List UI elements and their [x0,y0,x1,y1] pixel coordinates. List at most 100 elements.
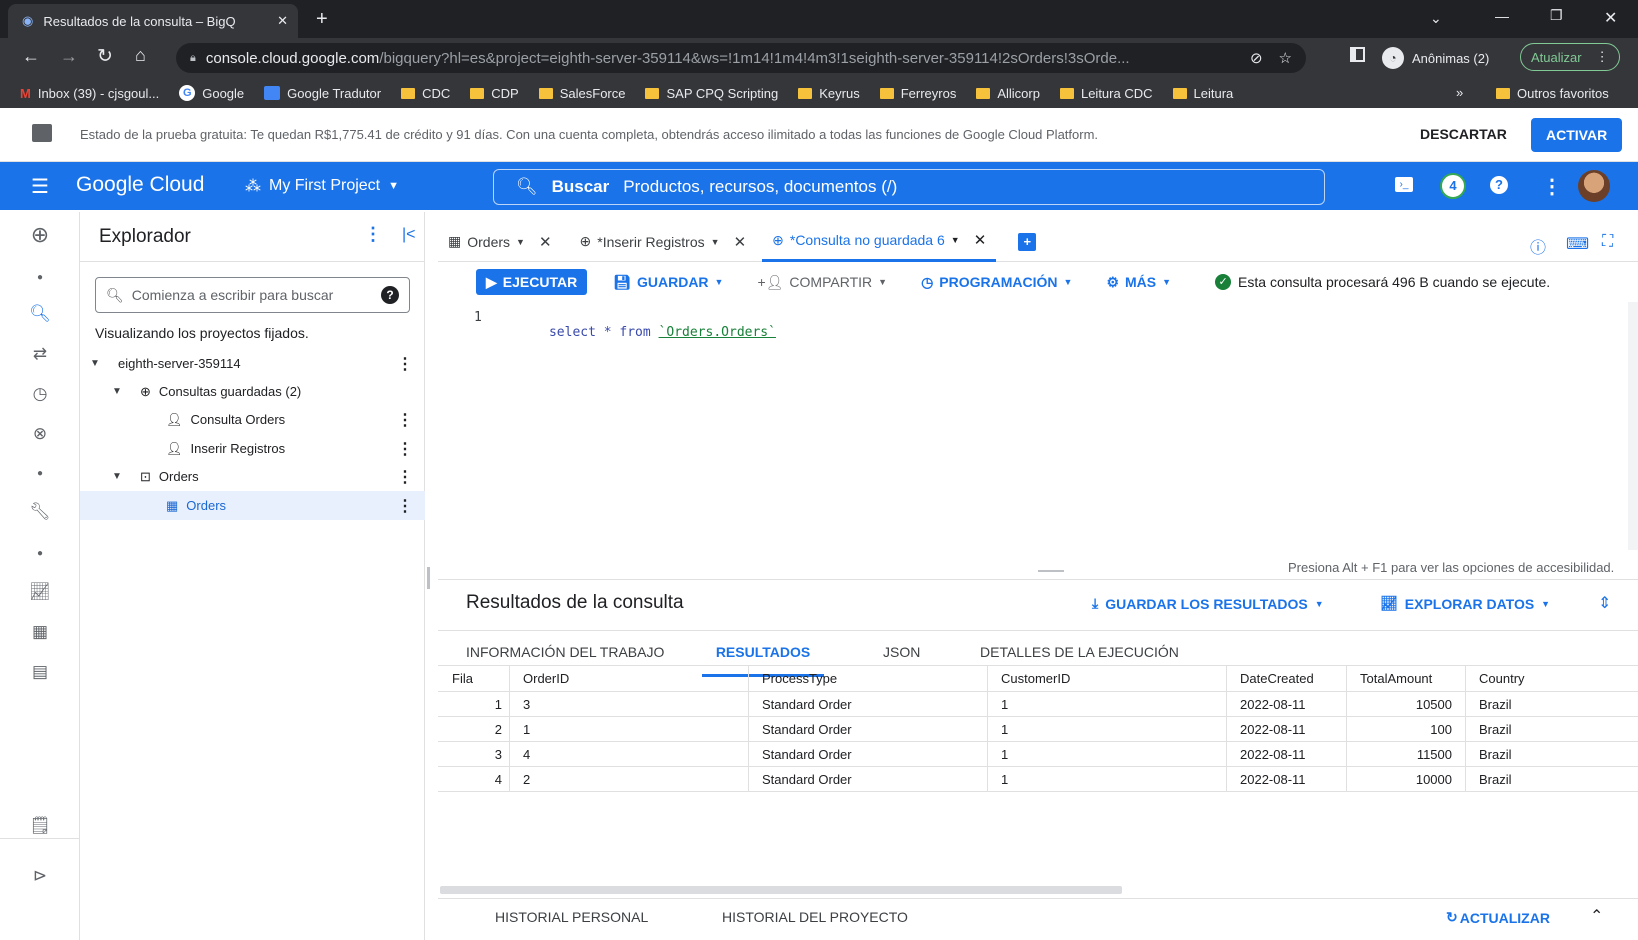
horizontal-scrollbar[interactable] [440,886,1122,894]
activate-button[interactable]: ACTIVAR [1531,118,1623,152]
keyboard-icon[interactable]: ⌨ [1566,234,1589,254]
close-icon[interactable]: ✕ [974,231,987,249]
search-input[interactable]: 🔍︎ Buscar Productos, recursos, documento… [493,169,1325,205]
home-icon[interactable]: ⌂ [135,45,146,66]
other-favorites[interactable]: Outros favoritos [1496,86,1609,101]
sidebar-toggle-icon[interactable] [1350,47,1365,62]
column-header[interactable]: TotalAmount [1346,666,1465,691]
close-icon[interactable]: ✕ [734,233,747,251]
expand-rail-icon[interactable]: ⊳ [0,866,80,886]
bookmark-cdp[interactable]: CDP [470,86,519,101]
bookmark-leitura-cdc[interactable]: Leitura CDC [1059,86,1153,101]
refresh-button[interactable]: ↻ ACTUALIZAR [1446,909,1550,926]
kebab-icon[interactable]: ⋮ [397,467,413,487]
tab-orders[interactable]: ▦ Orders ▼ ✕ [438,222,562,262]
rail-chart-icon[interactable]: 📈︎ [0,582,80,602]
code-editor[interactable]: 1 select * from `Orders.Orders` [438,302,1638,550]
bookmark-cdc[interactable]: CDC [401,86,450,101]
tab-job-info[interactable]: INFORMACIÓN DEL TRABAJO [466,644,664,660]
browser-tab[interactable]: ◉ Resultados de la consulta – BigQ ✕ [8,4,298,38]
help-icon[interactable]: ? [381,286,399,304]
help-icon[interactable]: ? [1490,176,1508,194]
bookmark-allicorp[interactable]: Allicorp [976,86,1040,101]
schedule-button[interactable]: ◷ PROGRAMACIÓN ▼ [921,274,1072,291]
address-bar[interactable]: 🔒︎ console.cloud.google.com /bigquery?hl… [176,43,1306,73]
tab-inserir[interactable]: ⊕ *Inserir Registros ▼ ✕ [570,222,757,262]
bookmarks-overflow[interactable]: » [1456,85,1463,100]
cloud-shell-icon[interactable]: ›_ [1395,177,1413,192]
explorer-search-input[interactable]: 🔍︎ Comienza a escribir para buscar ? [95,277,410,313]
share-button[interactable]: +👤︎ COMPARTIR ▼ [757,274,887,291]
bookmark-leitura[interactable]: Leitura [1172,86,1233,101]
bookmark-google[interactable]: G Google [179,85,244,101]
column-header[interactable]: OrderID [509,666,748,691]
forward-icon[interactable]: → [60,46,78,67]
new-tab-plus-icon[interactable]: + [1018,232,1037,251]
editor-results-splitter[interactable] [1038,570,1064,572]
save-button[interactable]: 💾︎ GUARDAR ▼ [613,274,723,291]
project-history-tab[interactable]: HISTORIAL DEL PROYECTO [722,909,908,925]
save-results-button[interactable]: ⤓ GUARDAR LOS RESULTADOS ▼ [1092,595,1324,612]
panel-resize-handle[interactable] [427,567,430,589]
column-header[interactable]: Country [1465,666,1638,691]
personal-history-tab[interactable]: HISTORIAL PERSONAL [495,909,648,925]
info-icon[interactable]: ⓘ [1530,234,1546,258]
rail-wrench-icon[interactable]: 🔧︎ [0,502,80,522]
run-button[interactable]: ▶ EJECUTAR [476,269,588,295]
bookmark-inbox[interactable]: M Inbox (39) - cjsgoul... [20,86,159,101]
bookmark-salesforce[interactable]: SalesForce [538,86,625,101]
new-tab-icon[interactable]: + [316,8,328,31]
tree-table-orders[interactable]: ▦ Orders ⋮ [80,491,425,520]
rail-dashboard-icon[interactable]: ▦ [0,622,80,642]
close-icon[interactable]: ✕ [539,233,552,251]
more-button[interactable]: ⚙ MÁS ▼ [1106,274,1171,291]
notifications-badge[interactable]: 4 [1440,173,1466,199]
column-header[interactable]: ProcessType [748,666,987,691]
tab-consulta-active[interactable]: ⊕ *Consulta no guardada 6 ▼ ✕ [762,222,997,262]
back-icon[interactable]: ← [22,46,40,67]
rail-notes-icon[interactable]: 🗒︎ [0,816,80,836]
close-tab-icon[interactable]: ✕ [277,13,288,29]
rail-search-icon[interactable]: 🔍︎ [0,304,80,324]
collapse-panel-icon[interactable]: |< [402,226,416,244]
kebab-icon[interactable]: ⋮ [397,496,413,516]
bigquery-logo-icon[interactable]: ⊕ [0,222,80,248]
minimize-icon[interactable]: — [1495,8,1509,24]
avatar[interactable] [1578,170,1610,202]
column-header[interactable]: CustomerID [987,666,1226,691]
chevron-up-icon[interactable]: ⌃ [1590,906,1603,926]
update-button[interactable]: Atualizar ⋮ [1520,43,1620,71]
explorer-more-icon[interactable]: ⋮ [364,224,382,245]
tree-query-inserir[interactable]: 👤︎ Inserir Registros ⋮ [80,434,425,463]
rail-history-icon[interactable]: ◷ [0,384,80,404]
close-window-icon[interactable]: ✕ [1604,8,1617,28]
hamburger-menu-icon[interactable]: ☰ [31,174,49,199]
editor-scrollbar[interactable] [1628,302,1638,550]
kebab-icon[interactable]: ⋮ [397,354,413,374]
google-cloud-logo[interactable]: Google Cloud [76,173,204,197]
kebab-icon[interactable]: ⋮ [397,410,413,430]
fullscreen-icon[interactable]: ⛶ [1602,233,1613,251]
reload-icon[interactable]: ↻ [97,45,113,68]
tab-json[interactable]: JSON [883,644,920,660]
bookmark-sap[interactable]: SAP CPQ Scripting [645,86,778,101]
tree-project[interactable]: ▼ eighth-server-359114 ⋮ [80,349,425,378]
project-picker[interactable]: ⁂ My First Project ▼ [245,176,399,196]
incognito-profile[interactable]: ◔ Anônimas (2) [1382,47,1489,69]
dismiss-button[interactable]: DESCARTAR [1420,126,1507,142]
bookmark-translate[interactable]: Google Tradutor [264,86,381,101]
tree-dataset-orders[interactable]: ▼ ⊡ Orders ⋮ [80,462,425,491]
tab-execution-details[interactable]: DETALLES DE LA EJECUCIÓN [980,644,1179,660]
rail-analytics-icon[interactable]: ⊗ [0,424,80,444]
tracking-eye-icon[interactable]: ⊘ [1250,49,1263,67]
column-header[interactable]: Fila [438,666,509,691]
column-header[interactable]: DateCreated [1226,666,1346,691]
bookmark-keyrus[interactable]: Keyrus [798,86,860,101]
tab-search-icon[interactable]: ⌄ [1430,10,1442,27]
rail-transfer-icon[interactable]: ⇄ [0,344,80,364]
explore-data-button[interactable]: 📈︎ EXPLORAR DATOS ▼ [1380,595,1550,612]
tree-query-orders[interactable]: 👤︎ Consulta Orders ⋮ [80,405,425,434]
kebab-icon[interactable]: ⋮ [397,439,413,459]
more-options-icon[interactable]: ⋮ [1542,174,1562,199]
bookmark-ferreyros[interactable]: Ferreyros [879,86,956,101]
